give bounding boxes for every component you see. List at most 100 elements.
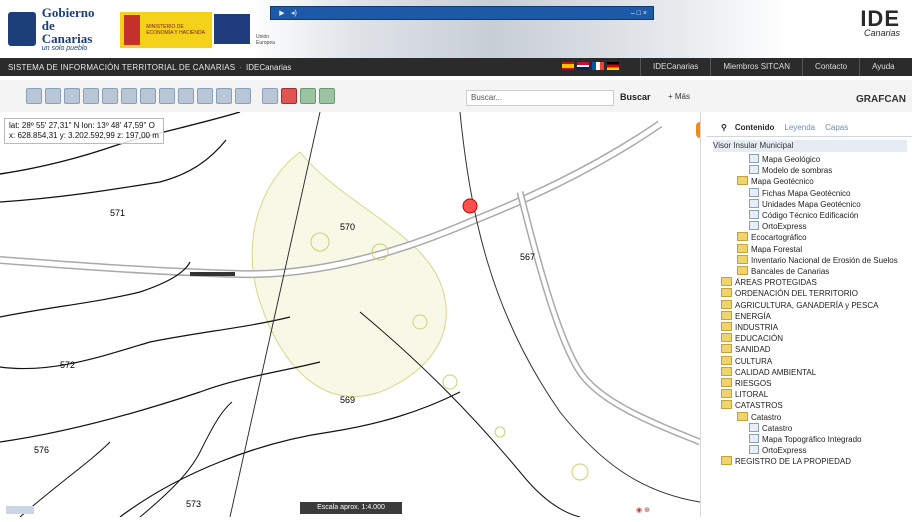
tree-item[interactable]: LITORAL [713, 389, 909, 400]
measure-distance-icon[interactable] [159, 88, 175, 104]
tree-item-label: INDUSTRIA [735, 323, 779, 333]
draw-icon[interactable] [216, 88, 232, 104]
full-extent-icon[interactable] [140, 88, 156, 104]
ide-canarias-logo[interactable]: IDE Canarias [860, 6, 900, 38]
location-marker-icon[interactable] [462, 198, 478, 214]
folder-icon [721, 355, 732, 365]
search-icon[interactable]: ⚲ [721, 123, 727, 132]
map-footer-links[interactable]: ◉ ⊕ [636, 506, 650, 514]
pan-icon[interactable] [64, 88, 80, 104]
tree-item[interactable]: Mapa Geológico [713, 154, 909, 165]
nav-link-contacto[interactable]: Contacto [802, 58, 859, 76]
idecanarias-brand[interactable]: IDECanarias [246, 63, 291, 72]
tab-leyenda[interactable]: Leyenda [784, 123, 815, 132]
tree-item[interactable]: OrtoExpress [713, 445, 909, 456]
language-flags [562, 62, 619, 70]
tree-item-label: Inventario Nacional de Erosión de Suelos [751, 255, 898, 265]
tree-item[interactable]: CALIDAD AMBIENTAL [713, 366, 909, 378]
media-player-bar[interactable]: ▶ ◂) – □ × [270, 6, 654, 20]
tab-capas[interactable]: Capas [825, 123, 848, 132]
english-flag-icon[interactable] [577, 62, 589, 70]
tree-item[interactable]: ORDENACIÓN DEL TERRITORIO [713, 288, 909, 299]
spain-ministry-text: MINISTERIO DE ECONOMÍA Y HACIENDA [146, 24, 205, 36]
tree-item-label: ORDENACIÓN DEL TERRITORIO [735, 289, 858, 299]
layers-icon[interactable] [300, 88, 316, 104]
grafcan-logo[interactable]: GRAFCAN [856, 94, 906, 105]
folder-icon [737, 266, 748, 276]
tree-item[interactable]: ENERGÍA [713, 310, 909, 322]
tree-item[interactable]: Inventario Nacional de Erosión de Suelos [713, 254, 909, 266]
tree-item[interactable]: OrtoExpress [713, 221, 909, 232]
map-canvas[interactable]: 571 570 572 569 576 573 567 [0, 111, 702, 518]
tree-item[interactable]: Catastro [713, 422, 909, 434]
next-view-icon[interactable] [121, 88, 137, 104]
scale-indicator: Escala aprox. 1:4.000 [300, 502, 402, 514]
spain-government-logo[interactable]: MINISTERIO DE ECONOMÍA Y HACIENDA [120, 12, 212, 48]
map-label: 569 [340, 395, 355, 405]
layer-icon [749, 221, 759, 231]
more-button[interactable]: + Más [668, 90, 690, 104]
overview-map-thumbnail[interactable] [6, 506, 34, 514]
tree-item-label: Modelo de sombras [762, 166, 833, 176]
german-flag-icon[interactable] [607, 62, 619, 70]
tree-item-label: OrtoExpress [762, 446, 807, 456]
french-flag-icon[interactable] [592, 62, 604, 70]
gobierno-tagline: un solo pueblo [41, 45, 88, 52]
tree-item[interactable]: RIESGOS [713, 378, 909, 389]
tree-item[interactable]: EDUCACIÓN [713, 333, 909, 344]
tree-item-label: CULTURA [735, 356, 773, 366]
window-controls-icon[interactable]: – □ × [631, 10, 647, 17]
tree-item[interactable]: Unidades Mapa Geotécnico [713, 198, 909, 210]
export-icon[interactable] [319, 88, 335, 104]
search-button[interactable]: Buscar [620, 90, 651, 104]
tree-item-label: SANIDAD [735, 345, 771, 355]
tree-item[interactable]: INDUSTRIA [713, 322, 909, 333]
previous-view-icon[interactable] [102, 88, 118, 104]
location-icon[interactable] [281, 88, 297, 104]
tree-item[interactable]: Ecocartográfico [713, 232, 909, 243]
header: Gobierno de Canarias un solo pueblo MINI… [0, 0, 912, 58]
folder-icon [721, 322, 732, 332]
tree-item[interactable]: CULTURA [713, 355, 909, 367]
info-icon[interactable] [83, 88, 99, 104]
link-icon[interactable] [235, 88, 251, 104]
coordinates-latlon: lat: 28º 55' 27,31" N lon: 13º 48' 47,59… [9, 121, 155, 130]
play-icon[interactable]: ▶ [277, 9, 287, 17]
nav-link-idecanarias[interactable]: IDECanarias [640, 58, 710, 76]
layer-icon [749, 165, 759, 175]
tree-item[interactable]: Mapa Forestal [713, 243, 909, 255]
tree-item[interactable]: Modelo de sombras [713, 165, 909, 176]
coordinates-xyz: x: 628.854,31 y: 3.202.592,99 z: 197,00 … [9, 131, 159, 140]
tab-contenido[interactable]: Contenido [735, 123, 775, 132]
zoom-in-icon[interactable] [26, 88, 42, 104]
layer-tree: Mapa Geológico Modelo de sombras Mapa Geot… [713, 154, 909, 468]
tree-item[interactable]: Código Técnico Edificación [713, 210, 909, 221]
tree-item[interactable]: Catastro [713, 411, 909, 423]
tree-item-label: CATASTROS [735, 401, 783, 411]
tree-item-label: RIESGOS [735, 379, 772, 389]
tree-item[interactable]: AGRICULTURA, GANADERÍA y PESCA [713, 299, 909, 311]
tree-item[interactable]: Mapa Topográfico Integrado [713, 434, 909, 445]
gobierno-canarias-logo[interactable]: Gobierno de Canarias un solo pueblo [8, 6, 108, 52]
volume-icon[interactable]: ◂) [291, 9, 297, 17]
tree-item[interactable]: Fichas Mapa Geotécnico [713, 187, 909, 199]
tree-item[interactable]: REGISTRO DE LA PROPIEDAD [713, 456, 909, 467]
feder-logo[interactable] [214, 14, 250, 44]
spanish-flag-icon[interactable] [562, 62, 574, 70]
search-input[interactable]: Buscar... [466, 90, 614, 106]
measure-area-icon[interactable] [178, 88, 194, 104]
tree-item[interactable]: ÁREAS PROTEGIDAS [713, 277, 909, 288]
nav-link-ayuda[interactable]: Ayuda [859, 58, 907, 76]
tree-item[interactable]: Bancales de Canarias [713, 266, 909, 277]
layer-icon [749, 187, 759, 197]
viewer-subheader[interactable]: Visor Insular Municipal [713, 140, 907, 152]
tree-item[interactable]: Mapa Geotécnico [713, 176, 909, 187]
gps-icon[interactable] [262, 88, 278, 104]
tree-item[interactable]: SANIDAD [713, 344, 909, 355]
ide-logo-subtext: Canarias [863, 28, 900, 38]
zoom-out-icon[interactable] [45, 88, 61, 104]
tree-item[interactable]: CATASTROS [713, 400, 909, 411]
map-drawing[interactable]: 571 570 572 569 576 573 567 [0, 111, 702, 518]
nav-link-miembros[interactable]: Miembros SITCAN [710, 58, 802, 76]
print-icon[interactable] [197, 88, 213, 104]
